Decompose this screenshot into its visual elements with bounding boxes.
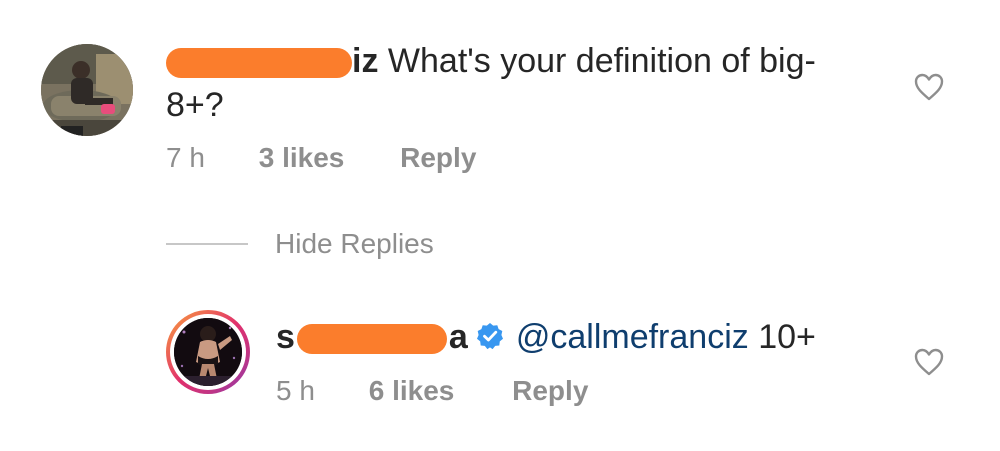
- comment-meta: 7 h 3 likes Reply: [166, 142, 476, 174]
- comment-likes[interactable]: 3 likes: [259, 142, 345, 174]
- redacted-username-block: [296, 324, 447, 355]
- reply-time: 5 h: [276, 375, 315, 406]
- replier-username[interactable]: sa: [276, 318, 468, 356]
- heart-icon[interactable]: [914, 348, 944, 376]
- verified-badge-icon: [476, 323, 503, 350]
- reply-body: s a @callmefranciz 10+: [276, 318, 816, 356]
- replier-avatar-photo: [174, 318, 242, 386]
- commenter-avatar-photo: [41, 44, 133, 136]
- hide-replies-divider: [166, 243, 248, 245]
- comment-reply-button[interactable]: Reply: [400, 142, 476, 174]
- commenter-avatar[interactable]: [41, 44, 133, 136]
- redacted-username-block: [166, 48, 352, 79]
- reply-text: 10+: [758, 318, 816, 356]
- heart-icon[interactable]: [914, 73, 944, 101]
- comment-thread: iz What's your definition of big- 8+? 7 …: [0, 0, 1000, 451]
- reply-likes[interactable]: 6 likes: [369, 375, 455, 407]
- comment-text-line2: 8+?: [166, 86, 224, 124]
- mention-link[interactable]: @callmefranciz: [516, 318, 749, 356]
- comment-time: 7 h: [166, 142, 205, 173]
- commenter-username[interactable]: iz: [166, 42, 378, 80]
- reply-meta: 5 h 6 likes Reply: [276, 375, 588, 407]
- replier-avatar[interactable]: [166, 310, 250, 394]
- reply-reply-button[interactable]: Reply: [512, 375, 588, 407]
- comment-text-line1: What's your definition of big-: [387, 42, 816, 80]
- comment-body: iz What's your definition of big-: [166, 42, 846, 80]
- hide-replies-button[interactable]: Hide Replies: [275, 228, 434, 260]
